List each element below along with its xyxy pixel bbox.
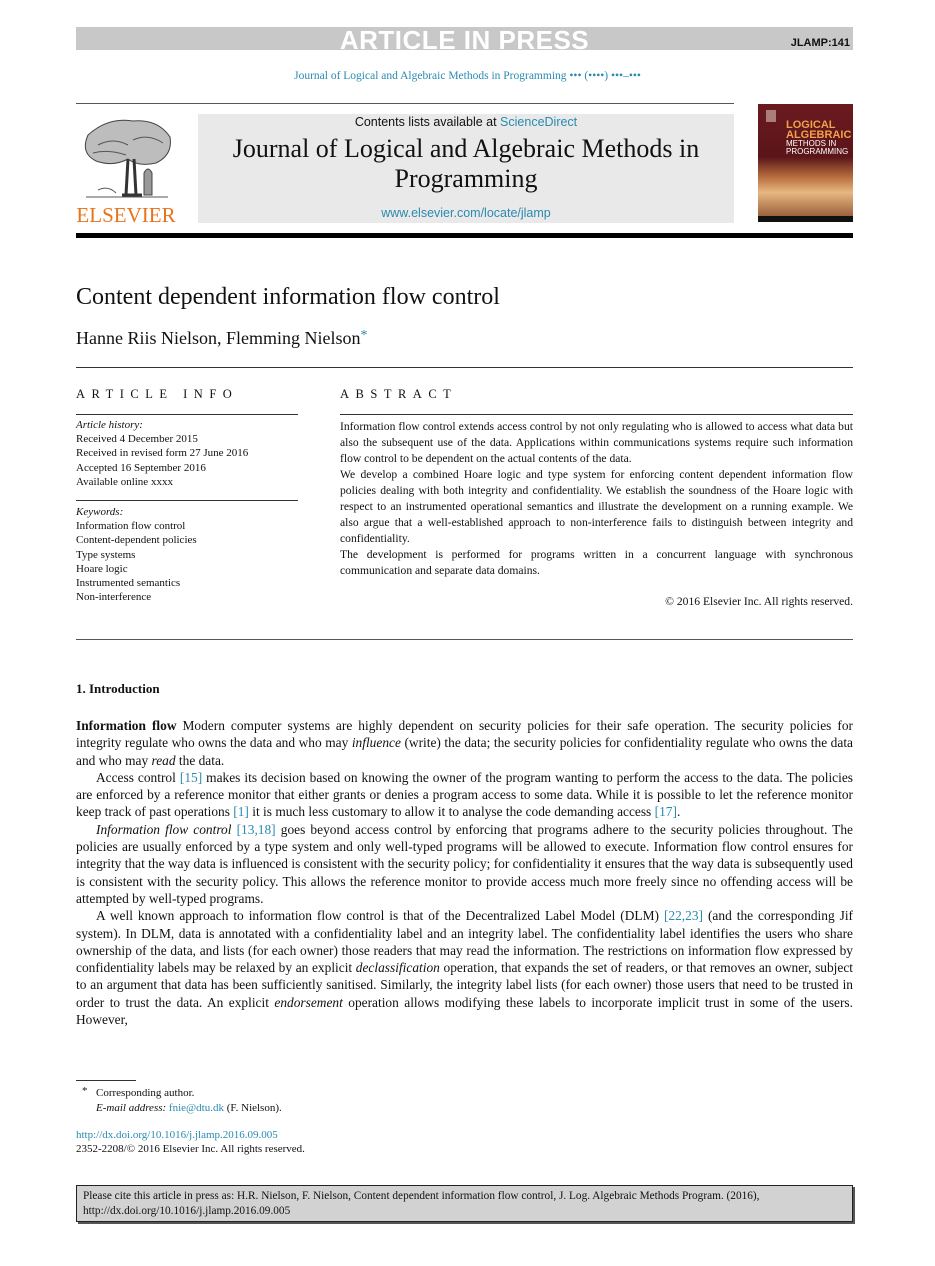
body-paragraph: Access control [15] makes its decision b… [76,769,853,821]
author-list: Hanne Riis Nielson, Flemming Nielson* [76,328,367,349]
emphasis: influence [351,735,401,751]
citation-line: Please cite this article in press as: H.… [83,1190,760,1202]
doi-link[interactable]: http://dx.doi.org/10.1016/j.jlamp.2016.0… [76,1129,278,1141]
footnote-mark: * [82,1085,88,1097]
issn-copyright: 2352-2208/© 2016 Elsevier Inc. All right… [76,1143,305,1155]
run-in-heading: Information flow [76,718,177,733]
divider [340,414,853,415]
citation-link[interactable]: [1] [233,804,249,819]
contents-available-line: Contents lists available at ScienceDirec… [198,115,734,129]
email-suffix: (F. Nielson). [223,1102,282,1114]
article-in-press-banner: ARTICLE IN PRESS JLAMP:141 [76,25,853,55]
masthead-top-rule [76,103,734,104]
cover-bottom-bar [758,216,853,222]
footnote-rule [76,1080,136,1081]
contents-prefix: Contents lists available at [354,115,501,129]
sciencedirect-link[interactable]: ScienceDirect [500,115,577,129]
journal-masthead: Contents lists available at ScienceDirec… [198,114,734,223]
corresponding-author-note: Corresponding author. [96,1087,195,1099]
history-item: Available online xxxx [76,475,173,488]
cover-publisher-icon [766,110,776,122]
text: the data. [175,752,225,768]
article-history-label: Article history: [76,419,143,431]
emphasis: declassification [355,960,440,976]
divider [76,414,298,415]
abstract-body: Information flow control extends access … [340,419,853,579]
body-paragraph: A well known approach to information flo… [76,907,853,1028]
body-text: Information flow Modern computer systems … [76,717,853,1028]
citation-box: Please cite this article in press as: H.… [76,1185,853,1222]
keywords-label: Keywords: [76,506,124,518]
keyword-item: Non-interference [76,591,152,604]
keyword-item: Hoare logic [76,562,128,575]
cover-subtitle: METHODS IN PROGRAMMING [786,140,848,156]
keyword-item: Type systems [76,548,136,561]
abstract-paragraph: The development is performed for program… [340,548,853,577]
email-line: E-mail address: fnie@dtu.dk (F. Nielson)… [96,1101,282,1116]
journal-title: Journal of Logical and Algebraic Methods… [232,134,700,193]
press-banner-title: ARTICLE IN PRESS [339,25,590,55]
emphasis: Information flow control [96,821,232,837]
email-link[interactable]: fnie@dtu.dk [169,1102,224,1114]
citation-link[interactable]: [15] [180,770,202,785]
citation-link[interactable]: [22,23] [664,908,703,923]
article-history: Article history: Received 4 December 201… [76,418,306,489]
text: Access control [96,769,180,785]
email-label: E-mail address: [96,1102,167,1114]
history-item: Received 4 December 2015 [76,433,198,446]
cover-subtitle-line2: PROGRAMMING [786,147,849,156]
masthead-bottom-rule [76,233,853,238]
abstract-heading: ABSTRACT [340,387,458,401]
keyword-item: Information flow control [76,520,186,533]
body-paragraph: Information flow Modern computer systems … [76,717,853,769]
divider [76,500,298,501]
authors-text: Hanne Riis Nielson, Flemming Nielson [76,328,361,348]
body-paragraph: Information flow control [13,18] goes be… [76,821,853,907]
elsevier-wordmark: ELSEVIER [76,203,176,227]
journal-url-link[interactable]: www.elsevier.com/locate/jlamp [198,206,734,220]
text: it is much less customary to allow it to… [248,804,655,820]
elsevier-tree-icon [84,119,171,198]
citation-doi: http://dx.doi.org/10.1016/j.jlamp.2016.0… [83,1205,291,1217]
journal-running-head: Journal of Logical and Algebraic Methods… [294,70,641,82]
divider [76,367,853,368]
history-item: Received in revised form 27 June 2016 [76,447,249,460]
history-item: Accepted 16 September 2016 [76,461,206,474]
emphasis: endorsement [274,994,343,1010]
article-code: JLAMP:141 [790,37,850,49]
section-heading-introduction: 1. Introduction [76,681,160,696]
abstract-copyright: © 2016 Elsevier Inc. All rights reserved… [665,595,853,608]
article-title: Content dependent information flow contr… [76,284,500,310]
keyword-item: Content-dependent policies [76,534,197,547]
abstract-paragraph: Information flow control extends access … [340,420,853,465]
citation-link[interactable]: [13,18] [237,822,276,837]
keywords: Keywords: Information flow control Conte… [76,505,306,604]
keyword-item: Instrumented semantics [76,577,181,590]
elsevier-logo: ELSEVIER [76,113,176,227]
citation-text: Please cite this article in press as: H.… [83,1189,848,1219]
journal-cover-image: LOGICAL ALGEBRAIC METHODS IN PROGRAMMING [758,104,853,222]
corresponding-author-mark[interactable]: * [360,328,367,343]
citation-link[interactable]: [17] [655,804,677,819]
text: . [676,804,681,820]
article-info-heading: ARTICLE INFO [76,387,239,401]
text: A well known approach to information flo… [96,908,664,924]
abstract-paragraph: We develop a combined Hoare logic and ty… [340,468,853,545]
cover-title: LOGICAL ALGEBRAIC [786,120,851,141]
emphasis: read [151,752,176,768]
divider [76,639,853,640]
